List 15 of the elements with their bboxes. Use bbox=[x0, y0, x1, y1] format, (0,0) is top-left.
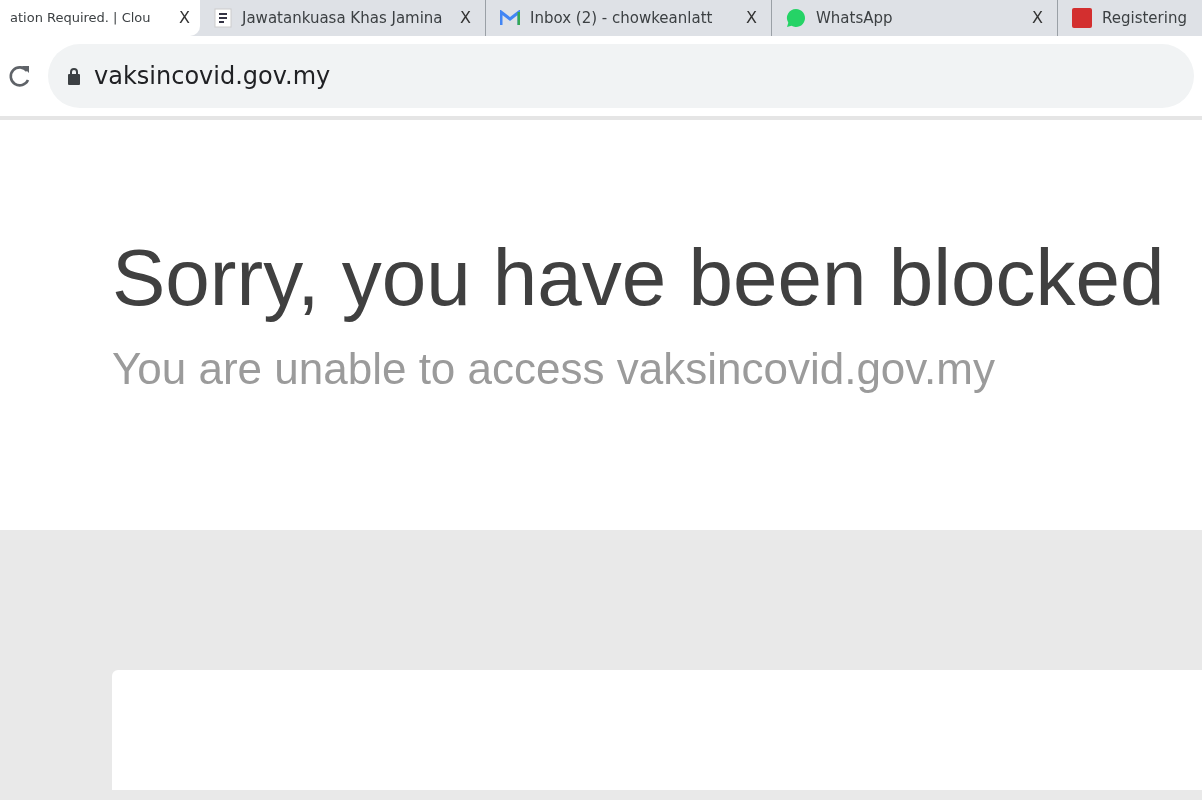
page-subheading: You are unable to access vaksincovid.gov.my bbox=[112, 343, 996, 395]
browser-tab[interactable]: Registering bbox=[1058, 0, 1202, 36]
page-icon bbox=[1072, 8, 1092, 28]
browser-tab[interactable]: ation Required. | Clou X bbox=[0, 0, 200, 36]
close-button[interactable]: X bbox=[746, 6, 757, 30]
reload-icon[interactable] bbox=[8, 63, 32, 89]
address-field[interactable]: vaksincovid.gov.my bbox=[48, 44, 1194, 108]
close-button[interactable]: X bbox=[1032, 6, 1043, 30]
close-button[interactable]: X bbox=[179, 6, 190, 30]
chat-icon bbox=[786, 8, 806, 28]
mail-icon bbox=[500, 10, 520, 26]
page-heading: Sorry, you have been blocked bbox=[112, 232, 1166, 324]
lock-icon[interactable] bbox=[68, 67, 80, 85]
close-button[interactable]: X bbox=[460, 6, 471, 30]
document-icon bbox=[214, 8, 232, 28]
